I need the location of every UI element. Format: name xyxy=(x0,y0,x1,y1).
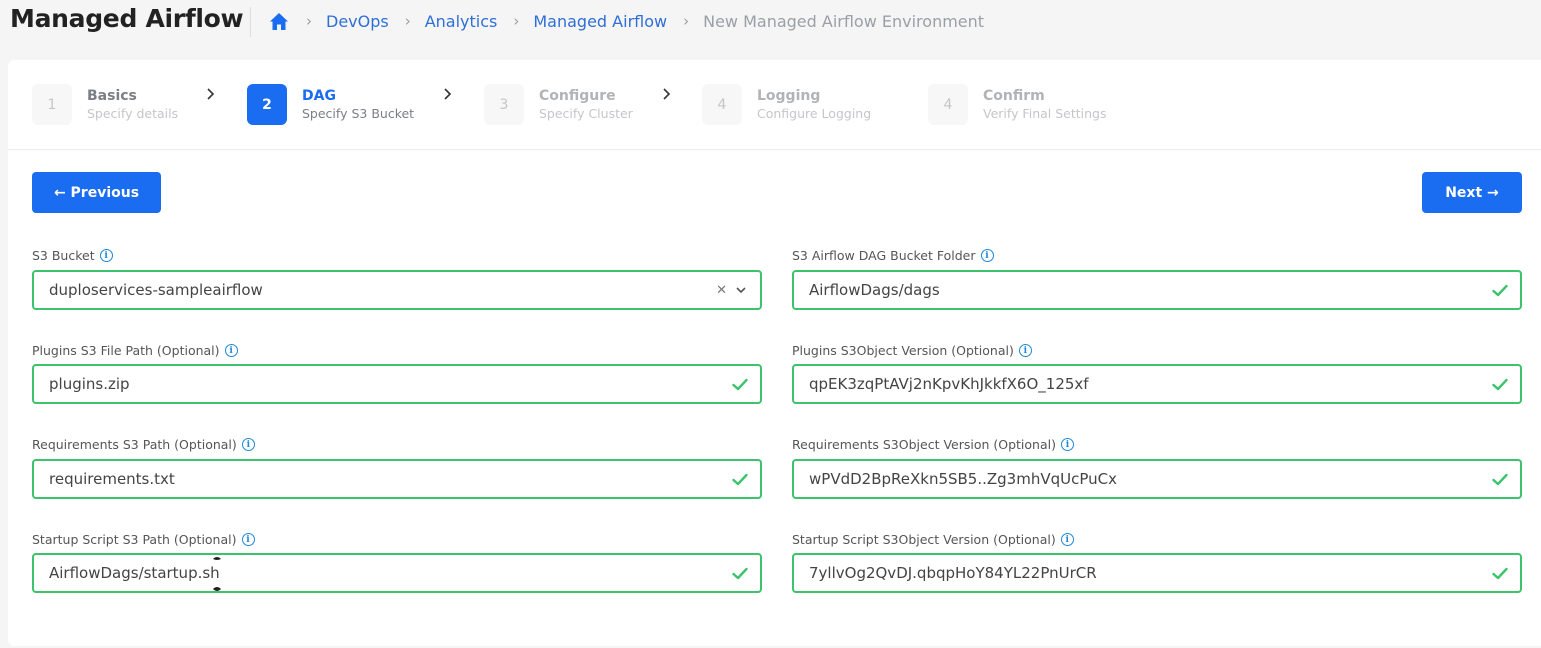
label-text: Startup Script S3 Path (Optional) xyxy=(32,532,237,547)
startup-version-label: Startup Script S3Object Version (Optiona… xyxy=(792,532,1074,547)
breadcrumb-current: New Managed Airflow Environment xyxy=(703,11,985,31)
info-icon[interactable]: i xyxy=(224,344,238,357)
step-number: 4 xyxy=(702,84,742,125)
info-icon[interactable]: i xyxy=(241,438,255,451)
breadcrumb-managed-airflow[interactable]: Managed Airflow xyxy=(533,12,667,31)
step-number: 4 xyxy=(928,84,968,125)
plugins-path-label: Plugins S3 File Path (Optional) i xyxy=(32,343,238,358)
info-icon[interactable]: i xyxy=(980,249,994,262)
breadcrumb-devops[interactable]: DevOps xyxy=(326,12,389,31)
info-icon[interactable]: i xyxy=(99,249,113,262)
app-title: Managed Airflow xyxy=(10,4,244,33)
startup-path-input[interactable]: AirflowDags/startup.sh xyxy=(32,553,762,593)
requirements-path-value: requirements.txt xyxy=(49,470,175,488)
previous-button[interactable]: ← Previous xyxy=(32,172,161,213)
requirements-version-label: Requirements S3Object Version (Optional)… xyxy=(792,437,1074,452)
breadcrumb-analytics[interactable]: Analytics xyxy=(425,12,498,31)
stepper: 1 Basics Specify details 2 DAG Specify S… xyxy=(8,60,1541,150)
s3-bucket-select[interactable]: duploservices-sampleairflow ✕ xyxy=(32,270,762,310)
title-divider xyxy=(250,7,251,37)
step-subtitle: Specify S3 Bucket xyxy=(302,106,415,121)
startup-path-label: Startup Script S3 Path (Optional) i xyxy=(32,532,255,547)
chevron-right-icon: › xyxy=(404,12,411,30)
home-icon[interactable] xyxy=(268,10,290,32)
step-title: Confirm xyxy=(983,88,1045,104)
label-text: Plugins S3 File Path (Optional) xyxy=(32,343,220,358)
breadcrumb: › DevOps › Analytics › Managed Airflow ›… xyxy=(268,10,984,32)
step-subtitle: Configure Logging xyxy=(757,106,872,121)
s3-bucket-label: S3 Bucket i xyxy=(32,248,113,263)
info-icon[interactable]: i xyxy=(1018,344,1032,357)
step-subtitle: Specify details xyxy=(87,106,179,121)
step-subtitle: Verify Final Settings xyxy=(983,106,1107,121)
chevron-right-icon: › xyxy=(683,12,690,30)
requirements-path-label: Requirements S3 Path (Optional) i xyxy=(32,437,255,452)
next-button[interactable]: Next → xyxy=(1422,172,1522,213)
step-title: Logging xyxy=(757,88,821,104)
label-text: Requirements S3 Path (Optional) xyxy=(32,437,237,452)
top-bar: Managed Airflow › DevOps › Analytics › M… xyxy=(0,0,1541,46)
step-basics[interactable]: 1 Basics Specify details xyxy=(32,84,178,125)
chevron-down-icon[interactable] xyxy=(736,286,746,294)
requirements-version-value: wPVdD2BpReXkn5SB5..Zg3mhVqUcPuCx xyxy=(809,470,1117,488)
step-number: 3 xyxy=(484,84,524,125)
info-icon[interactable]: i xyxy=(1060,533,1074,546)
dag-folder-label: S3 Airflow DAG Bucket Folder i xyxy=(792,248,994,263)
requirements-path-input[interactable]: requirements.txt xyxy=(32,459,762,499)
chevron-right-icon xyxy=(443,88,453,104)
step-logging[interactable]: 4 Logging Configure Logging xyxy=(702,84,871,125)
label-text: Plugins S3Object Version (Optional) xyxy=(792,343,1014,358)
chevron-right-icon: › xyxy=(306,12,312,30)
info-icon[interactable]: i xyxy=(1061,438,1074,451)
step-title: DAG xyxy=(302,88,336,104)
check-icon xyxy=(1490,469,1510,489)
wizard-card: 1 Basics Specify details 2 DAG Specify S… xyxy=(8,60,1541,646)
plugins-version-value: qpEK3zqPtAVj2nKpvKhJkkfX6O_125xf xyxy=(809,375,1089,393)
step-number: 1 xyxy=(32,84,72,125)
dag-folder-value: AirflowDags/dags xyxy=(809,281,940,299)
plugins-path-value: plugins.zip xyxy=(49,375,130,393)
clear-icon[interactable]: ✕ xyxy=(716,283,727,298)
chevron-right-icon xyxy=(206,88,216,104)
check-icon xyxy=(1490,563,1510,583)
plugins-path-input[interactable]: plugins.zip xyxy=(32,364,762,404)
step-number: 2 xyxy=(247,84,287,125)
info-icon[interactable]: i xyxy=(241,533,255,546)
check-icon xyxy=(1490,374,1510,394)
plugins-version-label: Plugins S3Object Version (Optional) i xyxy=(792,343,1032,358)
step-dag[interactable]: 2 DAG Specify S3 Bucket xyxy=(247,84,414,125)
check-icon xyxy=(730,374,750,394)
s3-bucket-value: duploservices-sampleairflow xyxy=(49,281,263,299)
check-icon xyxy=(730,563,750,583)
label-text: Requirements S3Object Version (Optional) xyxy=(792,437,1056,452)
step-subtitle: Specify Cluster xyxy=(539,106,633,121)
chevron-right-icon xyxy=(662,88,672,104)
label-text: S3 Bucket xyxy=(32,248,95,263)
startup-version-value: 7yllvOg2QvDJ.qbqpHoY84YL22PnUrCR xyxy=(809,564,1097,582)
check-icon xyxy=(730,469,750,489)
step-title: Basics xyxy=(87,88,137,104)
startup-path-value: AirflowDags/startup.sh xyxy=(49,564,220,582)
text-cursor-icon xyxy=(212,556,222,592)
step-title: Configure xyxy=(539,88,616,104)
check-icon xyxy=(1490,280,1510,300)
requirements-version-input[interactable]: wPVdD2BpReXkn5SB5..Zg3mhVqUcPuCx xyxy=(792,459,1522,499)
startup-version-input[interactable]: 7yllvOg2QvDJ.qbqpHoY84YL22PnUrCR xyxy=(792,553,1522,593)
label-text: S3 Airflow DAG Bucket Folder xyxy=(792,248,976,263)
step-configure[interactable]: 3 Configure Specify Cluster xyxy=(484,84,633,125)
label-text: Startup Script S3Object Version (Optiona… xyxy=(792,532,1056,547)
plugins-version-input[interactable]: qpEK3zqPtAVj2nKpvKhJkkfX6O_125xf xyxy=(792,364,1522,404)
step-confirm[interactable]: 4 Confirm Verify Final Settings xyxy=(928,84,1107,125)
dag-folder-input[interactable]: AirflowDags/dags xyxy=(792,270,1522,310)
chevron-right-icon: › xyxy=(513,12,520,30)
